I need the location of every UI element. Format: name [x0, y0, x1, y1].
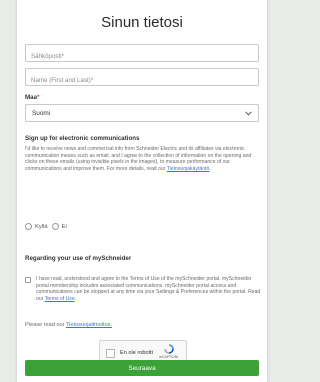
- communications-text: I'd like to receive news and commercial …: [25, 146, 261, 172]
- communications-body: I'd like to receive news and commercial …: [25, 146, 252, 172]
- registration-card: Sinun tietosi Maa* Suomi Sign up for ele…: [17, 0, 267, 382]
- terms-text: I have read, understood and agree to the…: [36, 276, 261, 302]
- myschneider-heading: Regarding your use of mySchneider: [25, 255, 132, 262]
- communications-tail: .: [209, 165, 211, 172]
- radio-no-label: Ei: [61, 223, 67, 230]
- terms-of-use-link[interactable]: Terms of Use: [45, 296, 75, 302]
- email-field[interactable]: [26, 48, 258, 65]
- next-button[interactable]: Seuraava: [25, 360, 259, 376]
- name-field[interactable]: [26, 72, 258, 89]
- privacy-notice: Please read our Tietosuojailmoitus.: [25, 322, 112, 328]
- communications-heading: Sign up for electronic communications: [25, 135, 140, 142]
- privacy-policy-link[interactable]: Tietosuojakäytäntö: [167, 166, 210, 172]
- recaptcha-checkbox[interactable]: [106, 348, 115, 358]
- country-label-text: Maa: [25, 94, 38, 101]
- radio-yes-label: Kyllä: [35, 223, 48, 230]
- radio-yes[interactable]: [25, 223, 32, 230]
- country-label: Maa*: [25, 94, 39, 101]
- chevron-down-icon: [244, 109, 252, 117]
- required-mark: *: [37, 94, 40, 101]
- terms-checkbox[interactable]: [25, 277, 31, 283]
- terms-tail: .: [74, 295, 77, 302]
- email-field-wrapper: [25, 44, 259, 65]
- radio-no[interactable]: [51, 223, 59, 230]
- country-select-value: Suomi: [32, 109, 51, 117]
- privacy-notice-link[interactable]: Tietosuojailmoitus.: [66, 322, 112, 328]
- privacy-notice-prefix: Please read our: [25, 322, 66, 328]
- communications-radio-group: Kyllä Ei: [25, 223, 67, 230]
- recaptcha-icon: [163, 343, 174, 354]
- recaptcha-label: En ole robotti: [120, 350, 153, 356]
- country-select[interactable]: Suomi: [25, 104, 259, 122]
- name-field-wrapper: [25, 68, 259, 89]
- terms-checkbox-row: I have read, understood and agree to the…: [25, 276, 261, 302]
- page-title: Sinun tietosi: [101, 14, 183, 31]
